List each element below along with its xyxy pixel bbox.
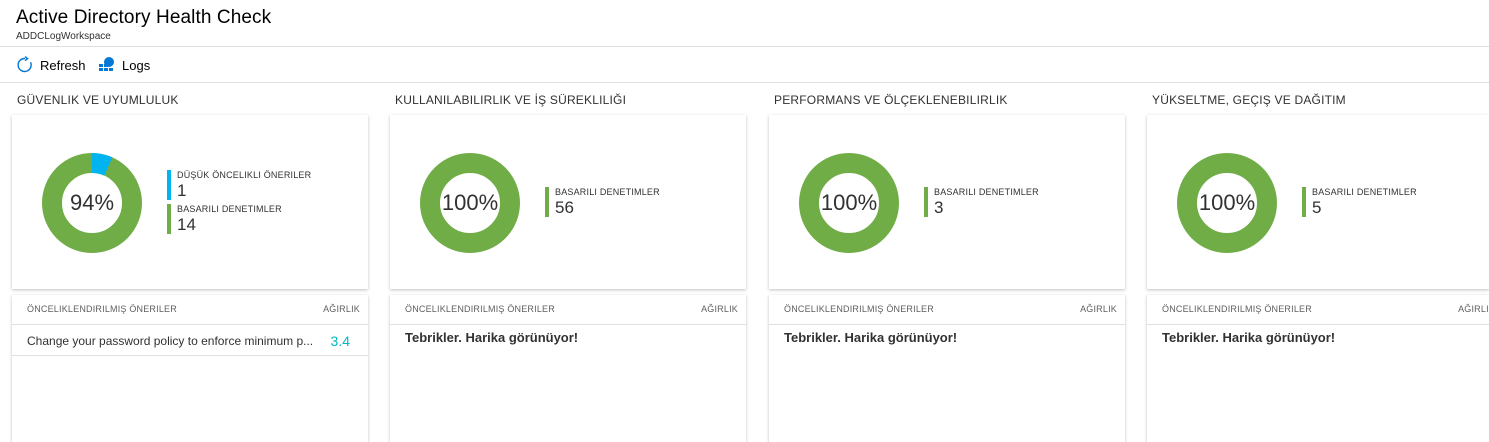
donut-percent: 100% (820, 190, 878, 215)
summary-tile[interactable]: 100% BASARILI DENETIMLER 5 (1147, 115, 1489, 289)
list-header-weight: AĞIRLIK (1458, 304, 1489, 314)
refresh-icon (17, 56, 32, 73)
legend-passed: BASARILI DENETIMLER 56 (545, 187, 660, 218)
legend-value: 5 (1312, 198, 1322, 217)
logs-icon (99, 57, 114, 71)
summary-tile[interactable]: 100% BASARILI DENETIMLER 56 (390, 115, 746, 289)
legend-swatch (1302, 187, 1306, 217)
workspace-name: ADDCLogWorkspace (16, 31, 111, 42)
recommendation-row[interactable]: Change your password policy to enforce m… (12, 325, 368, 356)
list-header-weight: AĞIRLIK (1080, 304, 1117, 314)
recommendation-text: Change your password policy to enforce m… (27, 334, 314, 348)
list-header-recommendations: ÖNCELIKLENDIRILMIŞ ÖNERILER (1162, 304, 1312, 314)
list-header-recommendations: ÖNCELIKLENDIRILMIŞ ÖNERILER (27, 304, 177, 314)
page-title: Active Directory Health Check (16, 7, 272, 28)
section-security: GÜVENLIK VE UYUMLULUK 94% DÜŞÜK ÖNCELIKL… (12, 83, 368, 442)
recommendations-list: ÖNCELIKLENDIRILMIŞ ÖNERILER AĞIRLIK Tebr… (769, 295, 1125, 442)
donut-percent: 100% (1198, 190, 1256, 215)
legend-low-priority: DÜŞÜK ÖNCELIKLI ÖNERILER 1 (167, 170, 311, 201)
donut-chart: 100% (1177, 153, 1277, 253)
legend-passed: BASARILI DENETIMLER 14 (167, 204, 282, 235)
donut-chart: 100% (420, 153, 520, 253)
legend-label: BASARILI DENETIMLER (934, 187, 1039, 197)
summary-tile[interactable]: 100% BASARILI DENETIMLER 3 (769, 115, 1125, 289)
list-header-weight: AĞIRLIK (701, 304, 738, 314)
legend-value: 56 (555, 198, 574, 217)
legend-label: DÜŞÜK ÖNCELIKLI ÖNERILER (177, 170, 312, 180)
legend-swatch (545, 187, 549, 217)
no-issues-message: Tebrikler. Harika görünüyor! (784, 330, 958, 345)
toolbar: Refresh Logs (0, 47, 1489, 83)
refresh-button[interactable]: Refresh (16, 56, 86, 74)
donut-percent: 94% (69, 190, 115, 215)
donut-chart: 100% (799, 153, 899, 253)
list-header-recommendations: ÖNCELIKLENDIRILMIŞ ÖNERILER (405, 304, 555, 314)
legend-value: 3 (934, 198, 944, 217)
legend-passed: BASARILI DENETIMLER 3 (924, 187, 1039, 218)
section-title: GÜVENLIK VE UYUMLULUK (17, 93, 179, 107)
legend-label: BASARILI DENETIMLER (555, 187, 660, 197)
section-title: PERFORMANS VE ÖLÇEKLENEBILIRLIK (774, 93, 1008, 107)
list-header: ÖNCELIKLENDIRILMIŞ ÖNERILER AĞIRLIK (12, 295, 368, 325)
legend-swatch (167, 204, 171, 234)
recommendations-list: ÖNCELIKLENDIRILMIŞ ÖNERILER AĞIRLIK Tebr… (1147, 295, 1489, 442)
legend-label: BASARILI DENETIMLER (1312, 187, 1417, 197)
donut-percent: 100% (441, 190, 499, 215)
section-performance: PERFORMANS VE ÖLÇEKLENEBILIRLIK 100% BAS… (769, 83, 1125, 442)
list-header-recommendations: ÖNCELIKLENDIRILMIŞ ÖNERILER (784, 304, 934, 314)
list-header-weight: AĞIRLIK (323, 304, 360, 314)
refresh-label: Refresh (40, 57, 86, 73)
recommendations-list: ÖNCELIKLENDIRILMIŞ ÖNERILER AĞIRLIK Tebr… (390, 295, 746, 442)
section-availability: KULLANILABILIRLIK VE İŞ SÜREKLILIĞI 100%… (390, 83, 746, 442)
logs-button[interactable]: Logs (98, 56, 150, 74)
summary-tile[interactable]: 94% DÜŞÜK ÖNCELIKLI ÖNERILER 1 BASARILI … (12, 115, 368, 289)
legend-label: BASARILI DENETIMLER (177, 204, 282, 214)
legend-swatch (167, 170, 171, 200)
page-header: Active Directory Health Check ADDCLogWor… (0, 0, 1489, 47)
recommendations-list: ÖNCELIKLENDIRILMIŞ ÖNERILER AĞIRLIK Chan… (12, 295, 368, 442)
section-upgrade: YÜKSELTME, GEÇIŞ VE DAĞITIM 100% BASARIL… (1147, 83, 1489, 442)
legend-value: 1 (177, 181, 187, 200)
logs-label: Logs (122, 57, 151, 73)
section-title: KULLANILABILIRLIK VE İŞ SÜREKLILIĞI (395, 93, 627, 107)
no-issues-message: Tebrikler. Harika görünüyor! (405, 330, 579, 345)
legend-passed: BASARILI DENETIMLER 5 (1302, 187, 1417, 218)
list-header: ÖNCELIKLENDIRILMIŞ ÖNERILER AĞIRLIK (390, 295, 746, 325)
no-issues-message: Tebrikler. Harika görünüyor! (1162, 330, 1336, 345)
donut-chart: 94% (42, 153, 142, 253)
list-header: ÖNCELIKLENDIRILMIŞ ÖNERILER AĞIRLIK (1147, 295, 1489, 325)
recommendation-weight: 3.4 (330, 333, 350, 349)
section-title: YÜKSELTME, GEÇIŞ VE DAĞITIM (1152, 93, 1346, 107)
legend-value: 14 (177, 215, 196, 234)
list-header: ÖNCELIKLENDIRILMIŞ ÖNERILER AĞIRLIK (769, 295, 1125, 325)
legend-swatch (924, 187, 928, 217)
